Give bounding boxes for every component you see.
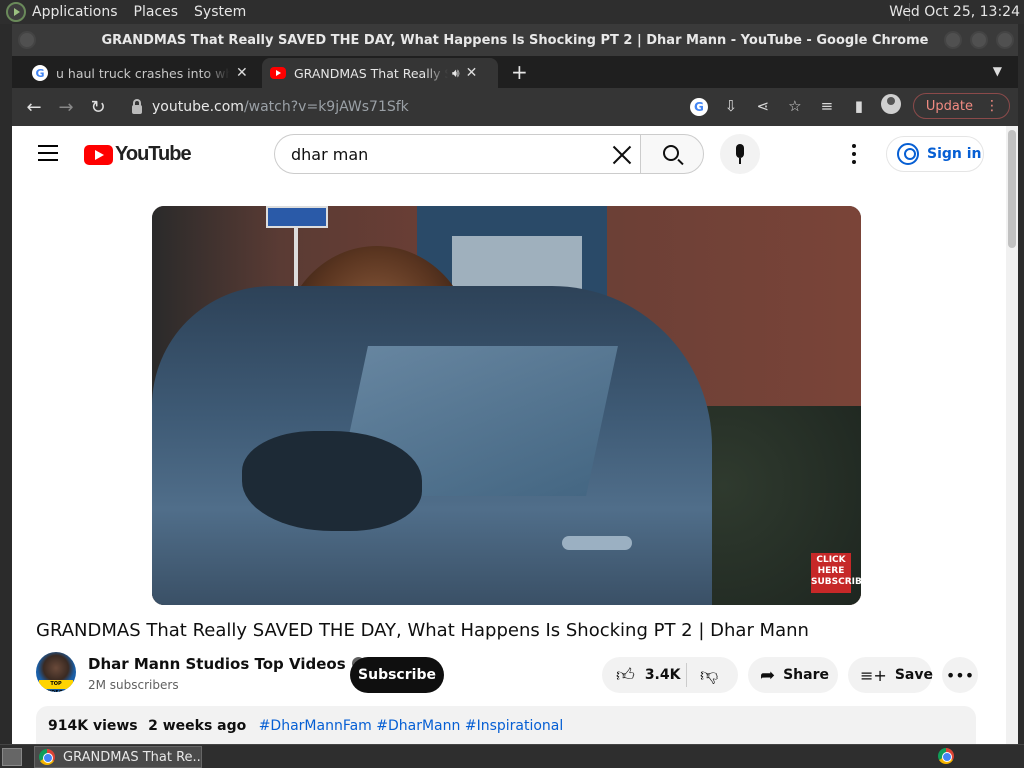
youtube-play-icon [84,144,113,165]
minimize-icon[interactable] [944,31,962,49]
lock-icon[interactable] [132,98,142,114]
update-label: Update [925,98,973,114]
page-viewport: YouTube dhar man Sign in CLICK HERE SUBS… [12,126,1018,744]
channel-avatar-tag: TOP VIDEOS [39,680,73,692]
new-tab-icon[interactable]: + [511,62,528,82]
like-count[interactable]: 3.4K [645,667,681,683]
window-titlebar[interactable]: GRANDMAS That Really SAVED THE DAY, What… [12,24,1018,56]
os-taskbar: GRANDMAS That Re... [0,744,1024,768]
os-top-panel: Applications Places System Wed Oct 25, 1… [0,0,1024,24]
share-page-icon[interactable]: ⋖ [747,97,779,115]
tab-title: GRANDMAS That Really SAVED [294,65,448,81]
window-menu-icon[interactable] [18,31,36,49]
share-button[interactable]: ➦ Share [748,657,838,693]
toolbar-actions: G ⇩ ⋖ ☆ ≡ ▮ Update ⋮ [683,93,1010,119]
more-horiz-icon: ••• [945,665,975,685]
share-icon: ➦ [760,664,776,686]
close-tab-icon[interactable]: ✕ [466,65,478,81]
guide-menu-icon[interactable] [38,145,58,161]
clock[interactable]: Wed Oct 25, 13:24 [889,4,1020,20]
speaker-icon[interactable]: 🔊︎ [452,66,460,81]
search-icon [663,145,679,161]
menu-places[interactable]: Places [134,4,179,20]
browser-toolbar: ← → ↻ youtube.com/watch?v=k9jAWs71Sfk G … [12,88,1018,126]
address-bar[interactable]: youtube.com/watch?v=k9jAWs71Sfk [122,93,662,121]
reload-icon[interactable]: ↻ [82,97,114,118]
description-box[interactable]: 914K views 2 weeks ago #DharMannFam #Dha… [36,706,976,744]
browser-window: GRANDMAS That Really SAVED THE DAY, What… [12,24,1018,744]
system-logo-icon[interactable] [6,2,26,22]
taskbar-window-title: GRANDMAS That Re... [63,749,202,765]
tab-search-chevron-icon[interactable]: ▼ [993,64,1002,78]
menu-system[interactable]: System [194,4,246,20]
google-icon: G [32,65,48,81]
channel-name-text: Dhar Mann Studios Top Videos [88,655,346,673]
video-title: GRANDMAS That Really SAVED THE DAY, What… [36,620,809,641]
show-desktop-icon[interactable] [2,748,22,766]
taskbar-window-button[interactable]: GRANDMAS That Re... [34,746,202,768]
subscribe-watermark[interactable]: CLICK HERE SUBSCRIBE [811,553,861,593]
search-button[interactable] [640,134,704,174]
subscriber-count: 2M subscribers [88,678,179,692]
search-input[interactable]: dhar man [274,134,640,174]
channel-avatar[interactable]: TOP VIDEOS [36,652,76,692]
more-actions-button[interactable]: ••• [942,657,978,693]
tab-strip: G u haul truck crashes into white ✕ GRAN… [12,56,1018,88]
side-panel-icon[interactable]: ▮ [843,97,875,115]
bookmark-star-icon[interactable]: ☆ [779,97,811,115]
url-host: youtube.com [152,99,244,115]
tray-chrome-icon[interactable] [938,748,954,764]
like-dislike-group: 👍︎ 3.4K 👎︎ [602,657,738,693]
sign-in-button[interactable]: Sign in [886,136,984,172]
update-button[interactable]: Update ⋮ [912,93,1010,119]
tab-youtube-video[interactable]: GRANDMAS That Really SAVED 🔊︎ ✕ [262,58,498,88]
subscribe-button[interactable]: Subscribe [350,657,444,693]
dislike-icon[interactable]: 👎︎ [700,664,718,686]
tab-google-search[interactable]: G u haul truck crashes into white ✕ [24,58,260,88]
hashtags[interactable]: #DharMannFam #DharMann #Inspirational [259,718,564,734]
tab-title: u haul truck crashes into white [56,65,230,81]
maximize-icon[interactable] [970,31,988,49]
forward-icon[interactable]: → [50,97,82,118]
youtube-icon [270,67,286,79]
like-divider [686,663,687,687]
chrome-icon [39,749,55,765]
youtube-masthead: YouTube dhar man Sign in [12,126,1006,182]
install-app-icon[interactable]: ⇩ [715,97,747,115]
share-label: Share [783,667,829,683]
sign-in-label: Sign in [927,146,982,162]
like-icon[interactable]: 👍︎ [616,664,635,686]
save-button[interactable]: ≡+ Save [848,657,933,693]
youtube-logo[interactable]: YouTube [84,143,192,166]
upload-age: 2 weeks ago [148,718,247,734]
voice-search-icon[interactable] [720,134,760,174]
youtube-wordmark: YouTube [115,143,192,165]
url-path: /watch?v=k9jAWs71Sfk [243,99,409,115]
video-player[interactable]: CLICK HERE SUBSCRIBE [152,206,861,605]
view-count: 914K views [48,718,138,734]
menu-applications[interactable]: Applications [32,4,118,20]
channel-name[interactable]: Dhar Mann Studios Top Videos [88,655,365,673]
more-vert-icon: ⋮ [985,98,999,114]
clear-search-icon[interactable] [610,143,634,167]
scrollbar-thumb[interactable] [1008,130,1016,248]
account-icon [897,143,919,165]
close-tab-icon[interactable]: ✕ [236,65,248,81]
page-scrollbar[interactable] [1006,126,1018,744]
google-lens-icon[interactable]: G [683,97,715,116]
close-window-icon[interactable] [996,31,1014,49]
window-title: GRANDMAS That Really SAVED THE DAY, What… [101,32,929,48]
save-label: Save [894,667,933,683]
playlist-add-icon: ≡+ [860,665,887,685]
settings-more-icon[interactable] [852,144,856,164]
search-query: dhar man [291,144,369,164]
back-icon[interactable]: ← [18,97,50,118]
media-controls-icon[interactable]: ≡ [811,97,843,115]
profile-avatar-icon[interactable] [875,94,907,118]
